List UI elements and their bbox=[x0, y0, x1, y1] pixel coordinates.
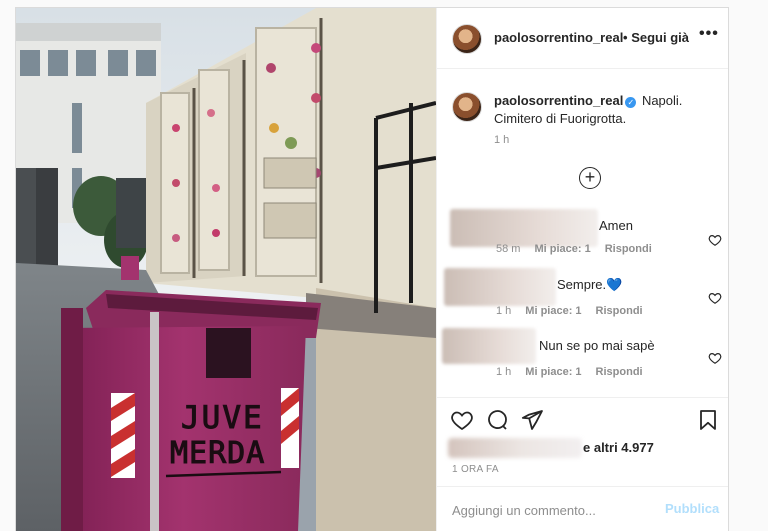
comment-meta: 1 h Mi piace: 1 Rispondi bbox=[496, 366, 643, 378]
blurred-user bbox=[442, 328, 536, 364]
comment-likes[interactable]: Mi piace: 1 bbox=[525, 366, 581, 378]
load-more-comments-plus-icon[interactable]: + bbox=[579, 167, 601, 189]
reply-button[interactable]: Rispondi bbox=[605, 243, 652, 255]
post-actions: e altri 4.977 1 ORA FA Pubblica bbox=[437, 397, 728, 531]
post-date[interactable]: 1 ORA FA bbox=[452, 464, 499, 475]
instagram-post: JUVE MERDA paolosorrentino_real • Segui … bbox=[15, 7, 729, 531]
blurred-liker-names bbox=[448, 438, 582, 458]
comment-meta: 58 m Mi piace: 1 Rispondi bbox=[496, 243, 652, 255]
likes-count[interactable]: e altri 4.977 bbox=[583, 440, 654, 455]
caption-text: paolosorrentino_real ✓ Napoli. Cimitero d… bbox=[494, 92, 709, 128]
publish-button[interactable]: Pubblica bbox=[665, 501, 719, 516]
comment-text: Sempre.💙 bbox=[557, 277, 623, 292]
comment-time: 1 h bbox=[496, 305, 512, 317]
author-avatar[interactable] bbox=[452, 24, 482, 54]
separator-dot: • bbox=[623, 30, 628, 45]
comment-item: Nun se po mai sapè 1 h Mi piace: 1 Rispond… bbox=[437, 327, 728, 385]
comment-item: Sempre.💙 1 h Mi piace: 1 Rispondi bbox=[437, 266, 728, 324]
comment-item: Amen 58 m Mi piace: 1 Rispondi bbox=[437, 204, 728, 262]
comment-bubble-icon[interactable] bbox=[485, 408, 509, 432]
caption-username[interactable]: paolosorrentino_real bbox=[494, 93, 623, 108]
follow-button[interactable]: Segui già bbox=[631, 30, 689, 45]
graffiti-text-line1: JUVE bbox=[181, 400, 264, 436]
reply-button[interactable]: Rispondi bbox=[596, 305, 643, 317]
browser-viewport: JUVE MERDA paolosorrentino_real • Segui … bbox=[0, 0, 768, 531]
caption-author-avatar[interactable] bbox=[452, 92, 482, 122]
comment-time: 1 h bbox=[496, 366, 512, 378]
like-heart-icon[interactable] bbox=[450, 408, 474, 432]
comment-input[interactable] bbox=[452, 500, 652, 520]
verified-badge-icon: ✓ bbox=[625, 97, 637, 108]
post-side-panel: paolosorrentino_real • Segui già ••• pao… bbox=[436, 8, 728, 531]
more-options-icon[interactable]: ••• bbox=[699, 25, 719, 43]
reply-button[interactable]: Rispondi bbox=[596, 366, 643, 378]
post-photo[interactable]: JUVE MERDA bbox=[16, 8, 436, 531]
author-username[interactable]: paolosorrentino_real bbox=[494, 30, 623, 45]
add-comment-bar: Pubblica bbox=[437, 486, 728, 531]
comment-likes[interactable]: Mi piace: 1 bbox=[525, 305, 581, 317]
blurred-user bbox=[444, 268, 556, 306]
comment-likes[interactable]: Mi piace: 1 bbox=[534, 243, 590, 255]
comment-meta: 1 h Mi piace: 1 Rispondi bbox=[496, 305, 643, 317]
comment-like-heart-icon[interactable] bbox=[708, 233, 722, 247]
comment-like-heart-icon[interactable] bbox=[708, 351, 722, 365]
save-bookmark-icon[interactable] bbox=[696, 408, 720, 432]
share-paper-plane-icon[interactable] bbox=[520, 408, 544, 432]
cemetery-photo-illustration: JUVE MERDA bbox=[16, 8, 436, 531]
comment-time: 58 m bbox=[496, 243, 521, 255]
graffiti-text-line2: MERDA bbox=[170, 436, 265, 471]
blurred-user bbox=[450, 209, 598, 247]
post-header: paolosorrentino_real • Segui già ••• bbox=[437, 8, 728, 69]
comment-text: Nun se po mai sapè bbox=[539, 338, 655, 353]
follow-status[interactable]: • Segui già bbox=[623, 30, 689, 45]
comment-text: Amen bbox=[599, 218, 633, 233]
caption-time: 1 h bbox=[494, 134, 510, 146]
comment-like-heart-icon[interactable] bbox=[708, 291, 722, 305]
